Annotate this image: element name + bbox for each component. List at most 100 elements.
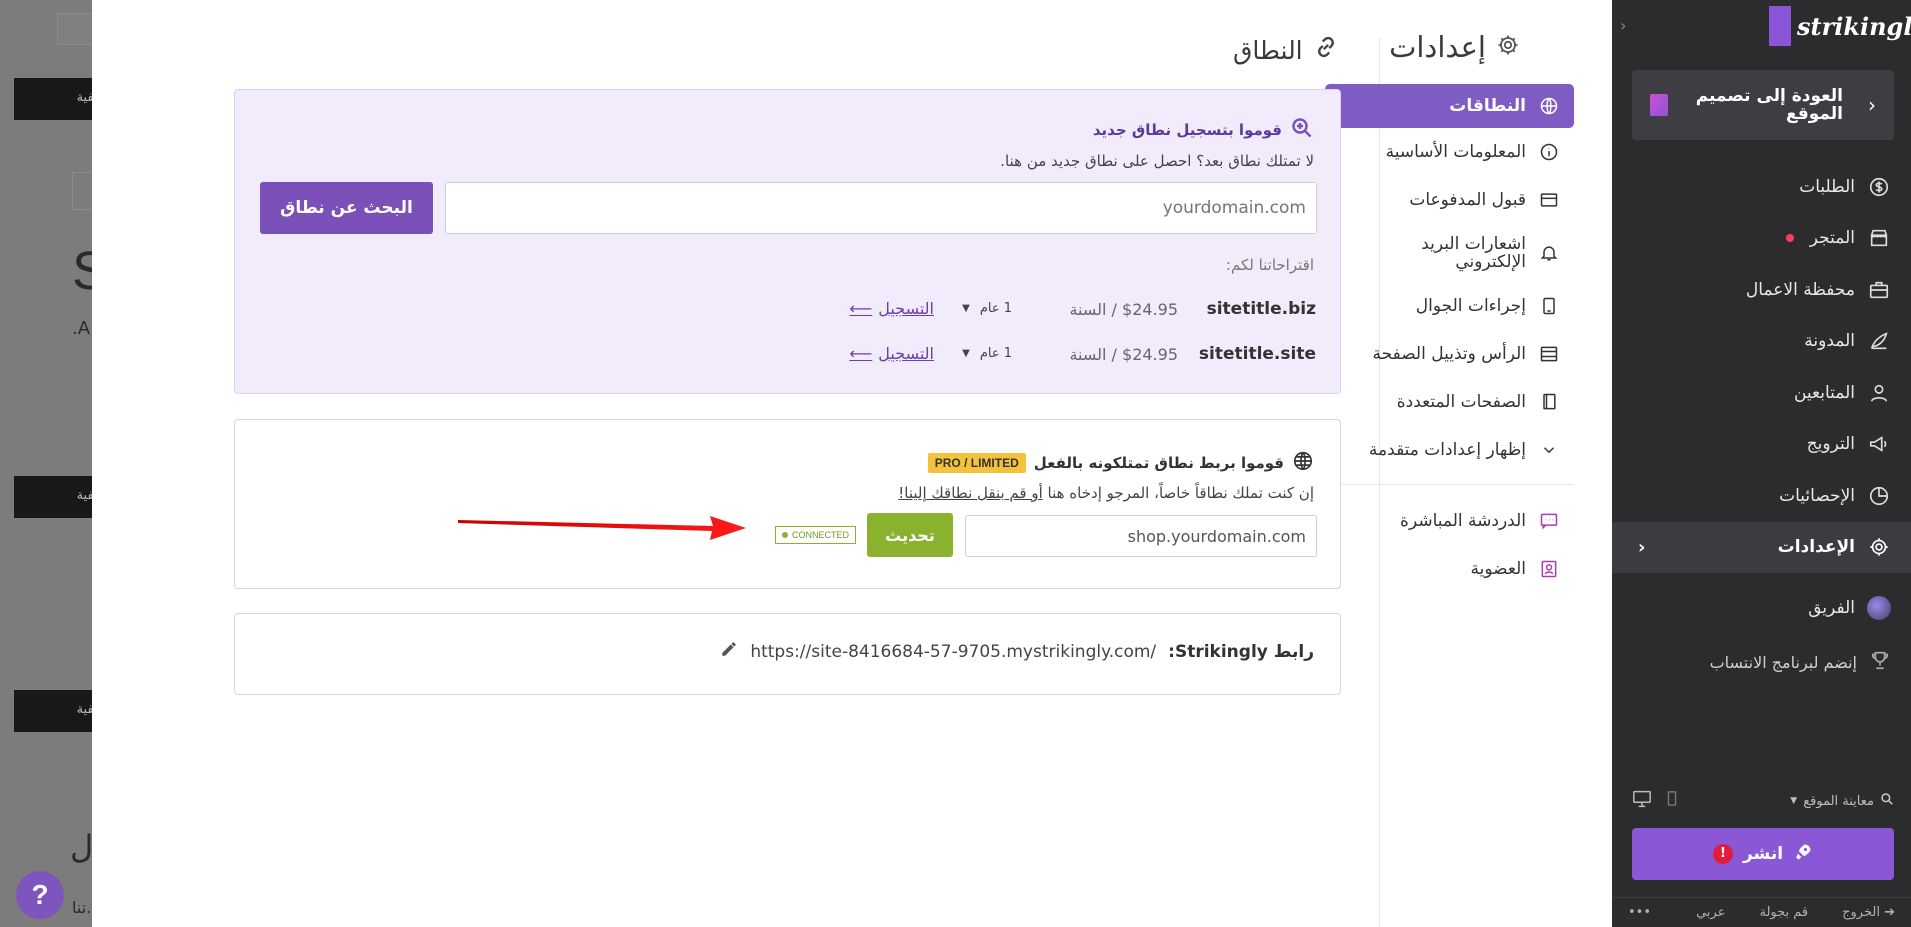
more-options-icon[interactable]: ••• xyxy=(1628,905,1651,920)
sidebar-item-analytics[interactable]: الإحصائيات xyxy=(1612,470,1911,522)
domain-search-input[interactable] xyxy=(445,182,1317,234)
caret-down-icon: ▼ xyxy=(962,303,970,314)
sidebar-item-label: الترويج xyxy=(1806,434,1855,455)
connect-heading: قوموا بربط نطاق تمتلكونه بالفعل PRO / LI… xyxy=(927,450,1314,476)
language-link[interactable]: عربي xyxy=(1696,905,1725,920)
connected-status-text: CONNECTED xyxy=(792,530,850,540)
nav-item-multiple-pages[interactable]: الصفحات المتعددة xyxy=(1325,378,1574,426)
preview-site-button[interactable]: معاينة الموقع ▼ xyxy=(1790,792,1894,810)
payment-icon xyxy=(1538,189,1560,211)
caret-down-icon: ▼ xyxy=(962,348,970,359)
sidebar-item-followers[interactable]: المتابعين xyxy=(1612,367,1911,419)
suggestion-years-select[interactable]: 1 عام ▼ xyxy=(962,301,1012,316)
megaphone-icon xyxy=(1867,432,1891,456)
sidebar-item-label: محفظة الاعمال xyxy=(1745,279,1855,300)
nav-item-label: إجراءات الجوال xyxy=(1415,296,1526,316)
sidebar-item-label: إنضم لبرنامج الانتساب xyxy=(1709,652,1857,672)
users-icon xyxy=(1867,381,1891,405)
nav-item-payments[interactable]: قبول المدفوعات xyxy=(1325,176,1574,224)
sidebar-item-label: الإعدادات xyxy=(1777,537,1855,558)
document-icon xyxy=(1650,94,1668,116)
suggestion-domain-name: sitetitle.site xyxy=(1198,344,1316,364)
brand-logo-text: strikingly xyxy=(1797,11,1911,41)
suggestions-label: اقتراحاتنا لكم: xyxy=(1225,256,1314,274)
help-button[interactable]: ? xyxy=(16,871,64,919)
exit-link[interactable]: ➔ الخروج xyxy=(1842,905,1895,920)
nav-item-label: المعلومات الأساسية xyxy=(1385,142,1526,162)
strikingly-url-value: https://site-8416684-57-9705.mystrikingl… xyxy=(750,641,1157,662)
chevron-right-icon: ‹ xyxy=(1868,93,1876,117)
pro-limited-badge: PRO / LIMITED xyxy=(927,453,1026,473)
header-footer-icon xyxy=(1538,343,1560,365)
update-domain-button[interactable]: تحديث xyxy=(867,513,953,557)
preview-site-label: معاينة الموقع xyxy=(1803,793,1874,809)
mobile-icon[interactable] xyxy=(1666,791,1678,811)
publish-button[interactable]: انشر ! xyxy=(1632,828,1894,880)
suggestion-domain-name: sitetitle.biz xyxy=(1206,299,1316,319)
nav-item-basic-info[interactable]: المعلومات الأساسية xyxy=(1325,128,1574,176)
globe-icon xyxy=(1538,95,1560,117)
bg-text: .A xyxy=(72,318,91,339)
strikingly-url-line: رابط Strikingly: https://site-8416684-57… xyxy=(720,640,1314,663)
nav-item-membership[interactable]: العضوية xyxy=(1325,545,1574,593)
suggestion-row: sitetitle.site $24.95 / السنة 1 عام ▼ الت… xyxy=(235,340,1342,370)
suggestion-register-link[interactable]: التسجيل ⟵ xyxy=(849,344,934,363)
sidebar-item-settings[interactable]: الإعدادات ‹ xyxy=(1612,521,1911,573)
footer-links: ➔ الخروج قم بجولة عربي xyxy=(1696,905,1895,920)
register-link-text: التسجيل xyxy=(878,299,934,318)
nav-item-label: العضوية xyxy=(1470,559,1526,579)
sidebar-item-label: الطلبات xyxy=(1799,176,1855,197)
status-dot-icon xyxy=(782,532,788,538)
desktop-icon[interactable] xyxy=(1632,790,1652,812)
chat-icon xyxy=(1538,510,1560,532)
sidebar-item-promotion[interactable]: الترويج xyxy=(1612,419,1911,471)
nav-item-email-notifications[interactable]: اشعارات البريد الإلكتروني xyxy=(1325,224,1574,282)
pencil-icon[interactable] xyxy=(720,640,738,663)
mobile-icon xyxy=(1538,295,1560,317)
nav-item-domains[interactable]: النطاقات xyxy=(1325,84,1574,128)
chevron-down-icon xyxy=(1538,439,1560,461)
nav-item-label: النطاقات xyxy=(1449,96,1526,116)
back-to-design-button[interactable]: ‹ العودة إلى تصميم الموقع xyxy=(1632,70,1894,140)
nav-item-live-chat[interactable]: الدردشة المباشرة xyxy=(1325,497,1574,545)
gear-icon xyxy=(1496,30,1520,64)
gear-icon xyxy=(1867,535,1891,559)
trophy-icon xyxy=(1869,649,1891,675)
exit-arrow-icon: ➔ xyxy=(1884,905,1895,920)
team-avatar-icon xyxy=(1867,596,1891,620)
info-icon xyxy=(1538,141,1560,163)
suggestion-years-select[interactable]: 1 عام ▼ xyxy=(962,346,1012,361)
settings-modal: إعدادات النطاقات المعلومات الأساسية قبول… xyxy=(92,0,1612,927)
sidebar-footer: ➔ الخروج قم بجولة عربي ••• xyxy=(1612,897,1911,927)
suggestion-register-link[interactable]: التسجيل ⟵ xyxy=(849,299,934,318)
custom-domain-input[interactable] xyxy=(965,515,1317,557)
register-heading-text: قوموا بتسجيل نطاق جديد xyxy=(1092,121,1282,139)
sidebar-item-portfolio[interactable]: محفظة الاعمال xyxy=(1612,264,1911,316)
sidebar-item-blog[interactable]: المدونة xyxy=(1612,316,1911,368)
sidebar-item-team[interactable]: الفريق xyxy=(1612,586,1911,630)
sidebar-item-orders[interactable]: الطلبات xyxy=(1612,161,1911,213)
sidebar-item-label: المتابعين xyxy=(1793,382,1855,403)
search-domain-button[interactable]: البحث عن نطاق xyxy=(260,182,433,234)
sidebar-item-affiliate[interactable]: إنضم لبرنامج الانتساب xyxy=(1612,640,1911,684)
connect-heading-text: قوموا بربط نطاق تمتلكونه بالفعل xyxy=(1033,454,1284,472)
nav-item-header-footer[interactable]: الرأس وتذييل الصفحة xyxy=(1325,330,1574,378)
search-icon xyxy=(1880,792,1894,810)
caret-down-icon: ▼ xyxy=(1790,796,1798,806)
sidebar-menu: الطلبات المتجر محفظة الاعمال المدونة الم… xyxy=(1612,161,1911,573)
annotation-arrow-icon xyxy=(458,516,746,540)
link-icon xyxy=(1313,34,1339,66)
connect-subtitle: إن كنت تملك نطاقاً خاصاً، المرجو إدخاه ه… xyxy=(898,484,1314,502)
nav-item-mobile-actions[interactable]: إجراءات الجوال xyxy=(1325,282,1574,330)
connected-status-badge: CONNECTED xyxy=(775,526,857,544)
collapse-sidebar-icon[interactable]: › xyxy=(1620,16,1626,35)
bg-button: لفية xyxy=(14,690,104,732)
settings-title: إعدادات xyxy=(1389,30,1520,64)
chevron-right-icon: ‹ xyxy=(1638,536,1646,558)
nav-item-advanced-settings[interactable]: إظهار إعدادات متقدمة xyxy=(1325,426,1574,474)
transfer-domain-link[interactable]: أو قم بنقل نطاقك إلينا! xyxy=(898,484,1043,502)
sidebar-item-store[interactable]: المتجر xyxy=(1612,213,1911,265)
device-toggle xyxy=(1632,790,1678,812)
tour-link[interactable]: قم بجولة xyxy=(1759,905,1808,920)
settings-title-text: إعدادات xyxy=(1389,30,1486,64)
